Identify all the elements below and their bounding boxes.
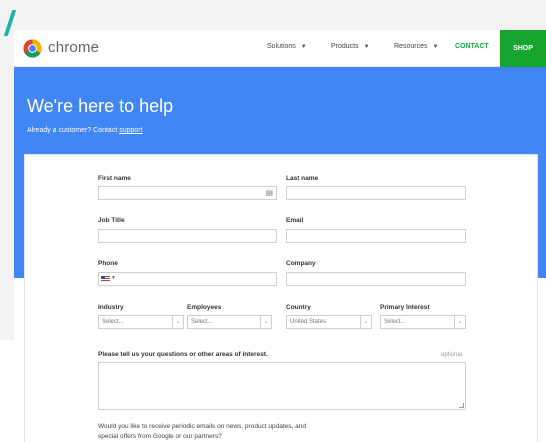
newsletter-prompt: Would you like to receive periodic email… bbox=[98, 423, 306, 440]
support-link[interactable]: support bbox=[119, 127, 142, 134]
company-label: Company bbox=[286, 260, 316, 267]
email-label: Email bbox=[286, 217, 304, 224]
first-name-input[interactable]: ▤ bbox=[98, 186, 277, 200]
nav-solutions[interactable]: Solutions ▼ bbox=[267, 43, 307, 50]
industry-select[interactable]: Select... ⌄ bbox=[98, 315, 184, 329]
employees-select[interactable]: Select... ⌄ bbox=[187, 315, 272, 329]
chrome-logo-icon[interactable] bbox=[23, 39, 42, 58]
company-input[interactable] bbox=[286, 272, 466, 286]
job-title-input[interactable] bbox=[98, 229, 277, 243]
caret-down-icon: ▼ bbox=[111, 275, 116, 281]
contact-form: First name ▤ Last name Job Title Email P… bbox=[24, 154, 538, 442]
resize-handle-icon[interactable] bbox=[459, 403, 464, 408]
primary-interest-label: Primary Interest bbox=[380, 304, 430, 311]
optional-note: optional bbox=[441, 352, 463, 358]
us-flag-icon[interactable] bbox=[101, 276, 110, 282]
browser-page: chrome Solutions ▼ Products ▼ Resources ▼ C… bbox=[14, 30, 546, 442]
phone-input[interactable]: ▼ bbox=[98, 272, 277, 286]
employees-label: Employees bbox=[187, 304, 222, 311]
caret-down-icon: ▼ bbox=[363, 44, 370, 50]
last-name-input[interactable] bbox=[286, 186, 466, 200]
nav-resources[interactable]: Resources ▼ bbox=[394, 43, 438, 50]
questions-label: Please tell us your questions or other a… bbox=[98, 351, 268, 358]
nav-contact[interactable]: CONTACT bbox=[455, 43, 489, 50]
nav-products[interactable]: Products ▼ bbox=[331, 43, 370, 50]
shop-button[interactable]: SHOP bbox=[500, 30, 546, 67]
country-select[interactable]: United States ⌄ bbox=[286, 315, 372, 329]
chevron-down-icon: ⌄ bbox=[454, 316, 465, 328]
chevron-down-icon: ⌄ bbox=[172, 316, 183, 328]
contact-card-icon: ▤ bbox=[265, 188, 273, 197]
industry-label: Industry bbox=[98, 304, 124, 311]
email-input[interactable] bbox=[286, 229, 466, 243]
job-title-label: Job Title bbox=[98, 217, 125, 224]
primary-interest-select[interactable]: Select... ⌄ bbox=[380, 315, 466, 329]
country-label: Country bbox=[286, 304, 311, 311]
caret-down-icon: ▼ bbox=[432, 44, 439, 50]
page-title: We're here to help bbox=[27, 96, 174, 116]
questions-textarea[interactable] bbox=[98, 362, 466, 410]
chevron-down-icon: ⌄ bbox=[360, 316, 371, 328]
hero-subtitle: Already a customer? Contact support bbox=[27, 127, 143, 134]
site-header: chrome Solutions ▼ Products ▼ Resources ▼ C… bbox=[14, 30, 546, 67]
chevron-down-icon: ⌄ bbox=[260, 316, 271, 328]
brand-name: chrome bbox=[48, 39, 100, 56]
last-name-label: Last name bbox=[286, 175, 319, 182]
phone-label: Phone bbox=[98, 260, 118, 267]
caret-down-icon: ▼ bbox=[300, 44, 307, 50]
first-name-label: First name bbox=[98, 175, 131, 182]
